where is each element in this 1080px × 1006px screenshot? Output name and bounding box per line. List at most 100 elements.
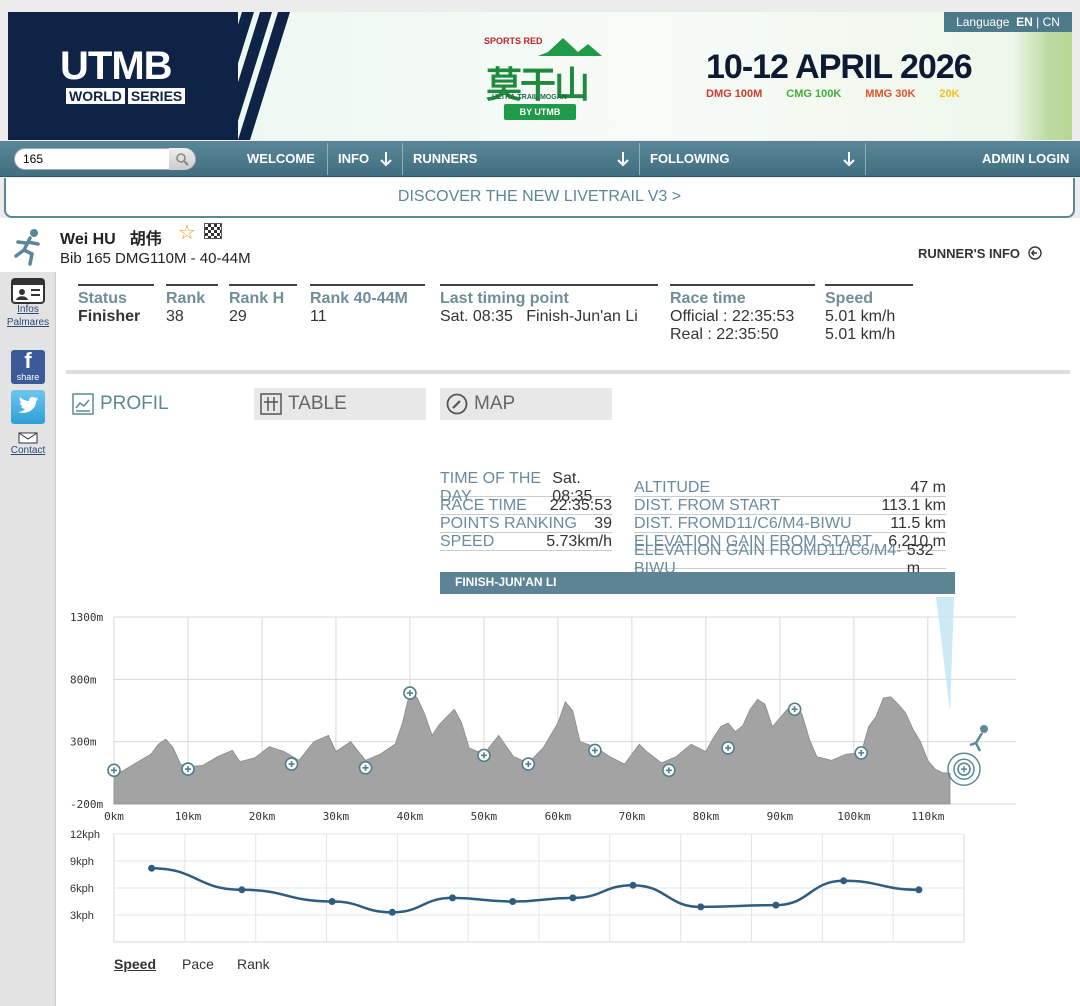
runners-info-label: RUNNER'S INFO	[918, 246, 1021, 261]
checkpoint-marker[interactable]	[477, 748, 491, 763]
twitter-button[interactable]	[11, 390, 45, 424]
speed-point	[148, 864, 156, 872]
runners-info-button[interactable]: RUNNER'S INFO	[918, 246, 1042, 261]
nav-info[interactable]: INFO	[328, 141, 379, 177]
sponsor-logo: SPORTS RED	[484, 36, 543, 46]
nav-separator	[865, 143, 866, 175]
checkpoint-marker[interactable]	[403, 686, 417, 700]
x-tick-label: 60km	[545, 810, 572, 823]
checkpoint-marker[interactable]	[588, 743, 602, 758]
checkpoint-marker[interactable]	[181, 762, 195, 776]
id-card-icon[interactable]	[11, 278, 45, 304]
x-tick-label: 80km	[693, 810, 720, 823]
speed-point	[629, 881, 637, 889]
checkpoint-marker[interactable]	[358, 761, 373, 775]
runner-name-en: Wei HU	[60, 231, 116, 248]
speed-point	[328, 898, 336, 905]
speed-point	[915, 886, 923, 894]
runner-bib: Bib 165 DMG110M - 40-44M	[60, 250, 251, 267]
checkpoint-marker[interactable]	[521, 757, 536, 771]
utmb-sub-series: SERIES	[127, 88, 186, 104]
speed-point	[238, 886, 246, 894]
speed-point	[388, 908, 396, 916]
chart-tab-rank[interactable]: Rank	[237, 956, 270, 972]
livetrail-v3-link[interactable]: DISCOVER THE NEW LIVETRAIL V3 >	[4, 178, 1075, 218]
lang-en[interactable]: EN	[1016, 15, 1033, 29]
y-tick-label: 6kph	[70, 883, 94, 895]
y-tick-label: 300m	[70, 736, 97, 749]
arrow-down-icon[interactable]	[841, 150, 857, 168]
x-tick-label: 20km	[249, 810, 276, 823]
palmares-link[interactable]: Palmares	[0, 317, 56, 328]
banner-stripes-icon	[198, 12, 290, 140]
arrow-left-circle-icon	[1027, 246, 1042, 260]
facebook-icon: f	[24, 348, 32, 373]
checkpoint-marker[interactable]	[284, 757, 299, 771]
language-switcher[interactable]: Language EN | CN	[944, 12, 1072, 32]
runner-name: Wei HU 胡伟	[60, 225, 162, 249]
utmb-sub: WORLD SERIES	[63, 88, 186, 104]
y-tick-label: -200m	[70, 798, 103, 811]
y-tick-label: 12kph	[70, 829, 100, 841]
utmb-sub-world: WORLD	[66, 88, 125, 104]
charts-svg: 1300m 800m 300m -200m0km 10km 20km 30km 40km 50k…	[70, 597, 1016, 943]
x-tick-label: 10km	[175, 810, 202, 823]
runner-icon	[14, 229, 40, 266]
language-label: Language	[956, 15, 1010, 29]
elevation-area	[113, 691, 951, 805]
x-tick-label: 110km	[911, 810, 944, 823]
arrow-down-icon[interactable]	[615, 150, 631, 168]
checkpoint-marker[interactable]	[107, 763, 121, 778]
x-tick-label: 90km	[767, 810, 794, 823]
infos-link[interactable]: Infos	[0, 304, 56, 315]
envelope-icon[interactable]	[18, 432, 38, 444]
race-20k: 20K	[939, 88, 960, 100]
lang-cn[interactable]: CN	[1043, 15, 1060, 29]
y-tick-label: 3kph	[70, 910, 94, 922]
y-tick-label: 1300m	[70, 611, 103, 624]
checkpoint-marker[interactable]	[721, 741, 735, 755]
speed-point	[840, 877, 848, 885]
x-tick-label: 100km	[837, 810, 870, 823]
y-tick-label: 800m	[70, 673, 97, 686]
chart-tab-pace[interactable]: Pace	[182, 956, 214, 972]
nav-following[interactable]: FOLLOWING	[640, 141, 739, 177]
chart-tab-speed[interactable]: Speed	[114, 956, 156, 972]
speed-point	[772, 901, 780, 909]
y-tick-label: 9kph	[70, 856, 94, 868]
x-tick-label: 50km	[471, 810, 498, 823]
nav-welcome[interactable]: WELCOME	[237, 141, 325, 177]
checkpoint-marker[interactable]	[662, 763, 676, 778]
speed-point	[697, 903, 705, 911]
search-button[interactable]	[169, 148, 195, 170]
x-tick-label: 0km	[104, 810, 124, 823]
share-label: share	[16, 372, 40, 382]
main-content: Status Finisher Rank 38 Rank H 29 Rank 4…	[56, 272, 1080, 1006]
race-dmg: DMG 100M	[706, 88, 763, 100]
arrow-down-icon[interactable]	[378, 150, 394, 168]
search-input[interactable]	[23, 151, 173, 167]
checkpoint-marker[interactable]	[854, 746, 869, 760]
x-tick-label: 70km	[619, 810, 646, 823]
nav-runners[interactable]: RUNNERS	[403, 141, 487, 177]
star-icon[interactable]: ☆	[178, 220, 196, 245]
event-subtitle: ULTRA-TRAIL MOGAN	[492, 94, 567, 101]
x-tick-label: 30km	[323, 810, 350, 823]
nav-admin-login[interactable]: ADMIN LOGIN	[972, 141, 1079, 177]
x-tick-label: 40km	[397, 810, 424, 823]
twitter-icon	[18, 397, 39, 413]
speed-point	[569, 894, 577, 902]
contact-link[interactable]: Contact	[0, 445, 56, 456]
speed-point	[448, 894, 456, 902]
event-races: DMG 100M CMG 100K MMG 30K 20K	[706, 88, 960, 100]
search-box	[14, 148, 196, 170]
facebook-share-button[interactable]: f share	[11, 350, 45, 384]
event-banner: UTMB WORLD SERIES SPORTS RED 莫干山 ULTRA-TR…	[8, 12, 1072, 140]
event-by-badge: BY UTMB	[504, 104, 576, 120]
utmb-logo: UTMB	[60, 44, 173, 88]
finish-highlight	[936, 597, 954, 712]
speed-point	[509, 898, 517, 905]
checkpoint-marker[interactable]	[787, 702, 802, 717]
runner-header: Wei HU 胡伟 ☆ Bib 165 DMG110M - 40-44M RUNN…	[0, 218, 1080, 272]
runner-name-zh: 胡伟	[129, 229, 162, 248]
